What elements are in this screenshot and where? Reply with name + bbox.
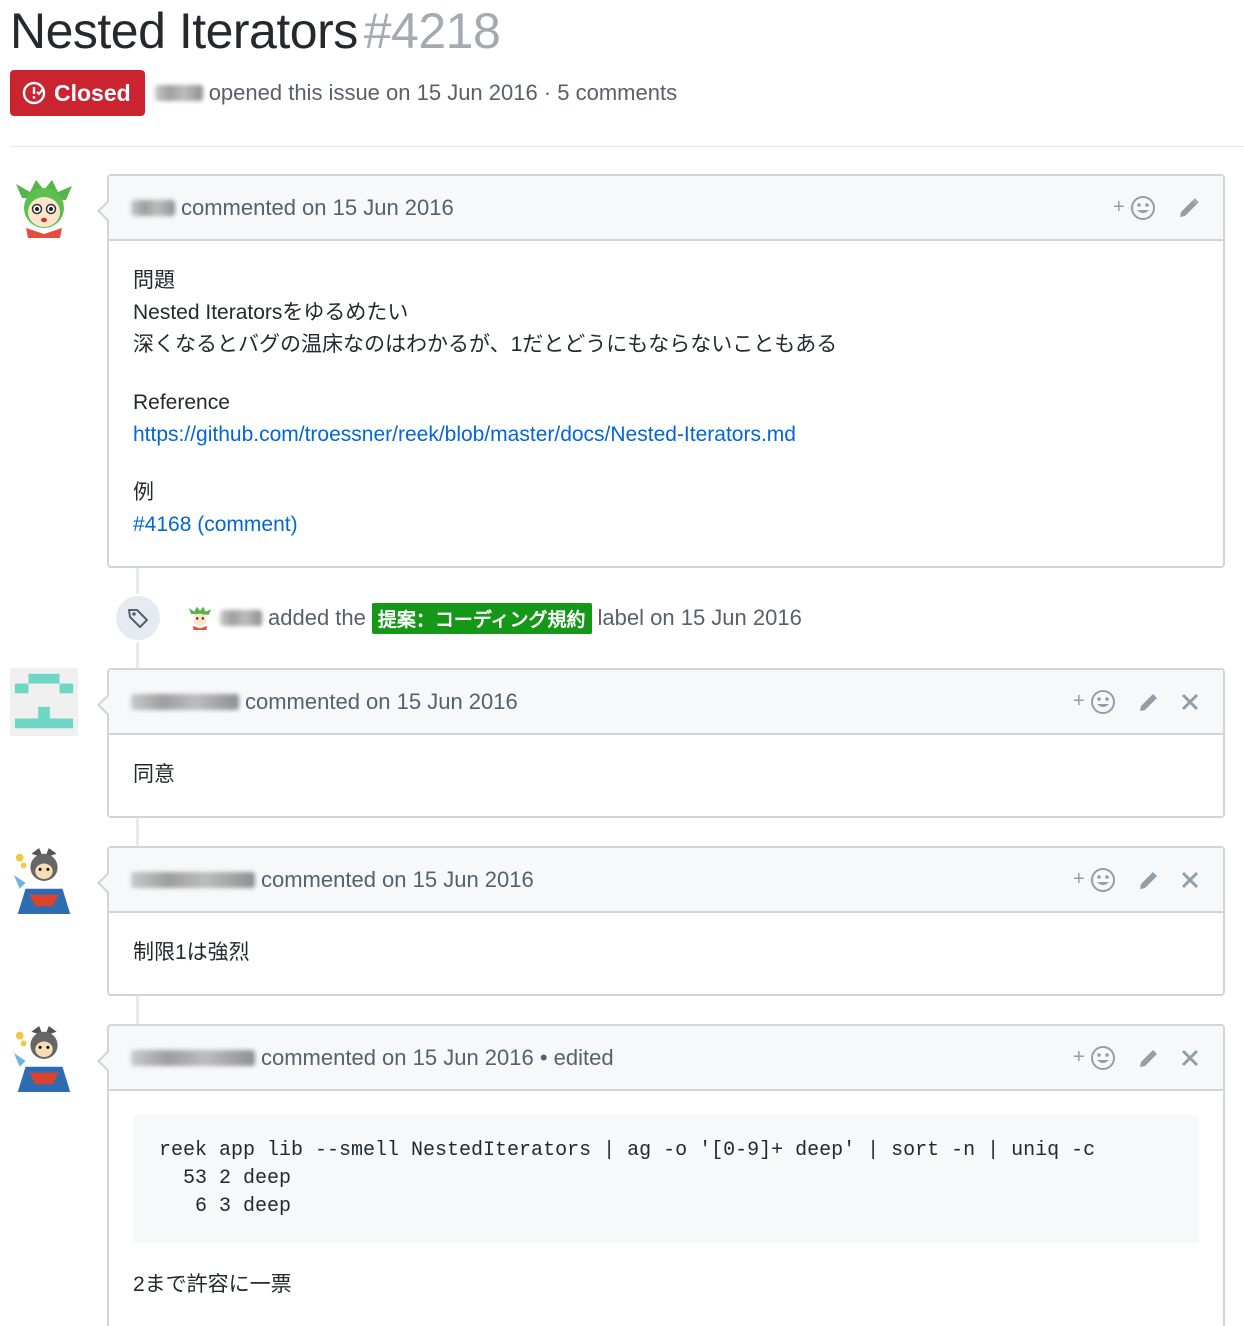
comment-actions: + (1095, 194, 1201, 222)
comment-body: reek app lib --smell NestedIterators | a… (109, 1091, 1223, 1325)
label-badge[interactable]: 提案：コーディング規約 (371, 602, 592, 634)
comment-header: commented on 15 Jun 2016 • edited + (109, 1026, 1223, 1091)
event-text: added the 提案：コーディング規約 label on 15 Jun 20… (176, 602, 802, 634)
body-heading: 問題 (133, 269, 175, 292)
author-name-redacted[interactable] (131, 693, 239, 710)
comment: commented on 15 Jun 2016 + (97, 846, 1225, 996)
timeline-connector (136, 816, 139, 850)
comment-header: commented on 15 Jun 2016 + (109, 848, 1223, 913)
comment-actions: + (1055, 1044, 1201, 1072)
comment: commented on 15 Jun 2016 + (97, 668, 1225, 818)
body-line: 深くなるとバグの温床なのはわかるが、1だとどうにもならないこともある (133, 333, 838, 356)
comment-body: 制限1は強烈 (109, 913, 1223, 993)
pencil-icon (1140, 693, 1157, 711)
comment: commented on 15 Jun 2016 • edited + reek… (97, 1024, 1225, 1326)
add-reaction-button[interactable]: + (1113, 194, 1159, 222)
avatar[interactable] (10, 1024, 78, 1092)
close-icon (1181, 1049, 1199, 1066)
author-name-redacted[interactable] (131, 1049, 255, 1066)
body-text: 同意 (133, 763, 175, 786)
edit-button[interactable] (1137, 1046, 1161, 1070)
event-suffix: label on 15 Jun 2016 (597, 605, 802, 630)
state-badge: Closed (10, 70, 145, 116)
avatar[interactable] (188, 606, 212, 630)
author-name-redacted[interactable] (131, 199, 175, 216)
comment-header: commented on 15 Jun 2016 + (109, 670, 1223, 735)
author-name-redacted[interactable] (154, 85, 203, 101)
svg-text:+: + (1073, 690, 1085, 712)
svg-text:+: + (1073, 868, 1085, 890)
comment-actions: + (1055, 688, 1201, 716)
edit-button[interactable] (1137, 868, 1161, 892)
avatar[interactable] (10, 846, 78, 914)
reference-link[interactable]: https://github.com/troessner/reek/blob/m… (133, 423, 796, 446)
add-reaction-icon: + (1113, 195, 1155, 220)
delete-button[interactable] (1179, 691, 1201, 713)
example-label: 例 (133, 481, 154, 504)
label-event: added the 提案：コーディング規約 label on 15 Jun 20… (114, 592, 802, 644)
add-reaction-icon: + (1073, 1045, 1115, 1070)
author-name-redacted[interactable] (131, 871, 255, 888)
code-block: reek app lib --smell NestedIterators | a… (133, 1115, 1199, 1243)
delete-button[interactable] (1179, 1047, 1201, 1069)
comment-body: 同意 (109, 735, 1223, 815)
example-link[interactable]: #4168 (comment) (133, 513, 298, 536)
issue-title-text: Nested Iterators (10, 3, 358, 59)
comment-author: commented on 15 Jun 2016 • edited (131, 1045, 614, 1071)
pencil-icon (1140, 1049, 1157, 1067)
comment-actions: + (1055, 866, 1201, 894)
issue-meta-text: opened this issue on 15 Jun 2016 · 5 com… (154, 80, 678, 106)
pencil-icon (1180, 197, 1199, 217)
add-reaction-button[interactable]: + (1073, 688, 1119, 716)
add-reaction-icon: + (1073, 867, 1115, 892)
issue-closed-icon (22, 81, 46, 105)
header-divider (10, 146, 1244, 147)
comment-body: 問題 Nested Iteratorsをゆるめたい 深くなるとバグの温床なのはわ… (109, 241, 1223, 565)
issue-number: #4218 (363, 3, 501, 59)
reference-label: Reference (133, 391, 230, 414)
event-prefix: added the (268, 605, 366, 630)
close-icon (1181, 693, 1199, 710)
add-reaction-button[interactable]: + (1073, 866, 1119, 894)
edit-button[interactable] (1177, 196, 1201, 220)
event-badge (114, 594, 162, 642)
comment-author: commented on 15 Jun 2016 (131, 867, 534, 893)
comment-author: commented on 15 Jun 2016 (131, 195, 454, 221)
issue-meta: Closed opened this issue on 15 Jun 2016 … (10, 70, 677, 116)
tag-icon (128, 609, 148, 628)
pencil-icon (1140, 871, 1157, 889)
close-icon (1181, 871, 1199, 888)
state-label: Closed (54, 79, 131, 106)
issue-meta-label: opened this issue on 15 Jun 2016 · 5 com… (208, 80, 678, 105)
author-name-redacted[interactable] (220, 610, 262, 626)
timeline-connector (136, 994, 139, 1028)
edit-button[interactable] (1137, 690, 1161, 714)
comment-timestamp[interactable]: commented on 15 Jun 2016 • edited (261, 1045, 614, 1071)
comment-header: commented on 15 Jun 2016 + (109, 176, 1223, 241)
issue-title: Nested Iterators #4218 (10, 2, 501, 60)
body-text: 2まで許容に一票 (133, 1273, 292, 1296)
body-line: Nested Iteratorsをゆるめたい (133, 301, 409, 324)
comment-timestamp[interactable]: commented on 15 Jun 2016 (181, 195, 454, 221)
add-reaction-button[interactable]: + (1073, 1044, 1119, 1072)
avatar[interactable] (10, 668, 78, 736)
comment: commented on 15 Jun 2016 + 問題 Nested Ite… (97, 174, 1225, 568)
delete-button[interactable] (1179, 869, 1201, 891)
comment-timestamp[interactable]: commented on 15 Jun 2016 (245, 689, 518, 715)
avatar[interactable] (14, 178, 74, 238)
svg-text:+: + (1073, 1046, 1085, 1068)
comment-timestamp[interactable]: commented on 15 Jun 2016 (261, 867, 534, 893)
svg-text:+: + (1113, 196, 1125, 218)
add-reaction-icon: + (1073, 689, 1115, 714)
body-text: 制限1は強烈 (133, 941, 250, 964)
comment-author: commented on 15 Jun 2016 (131, 689, 518, 715)
